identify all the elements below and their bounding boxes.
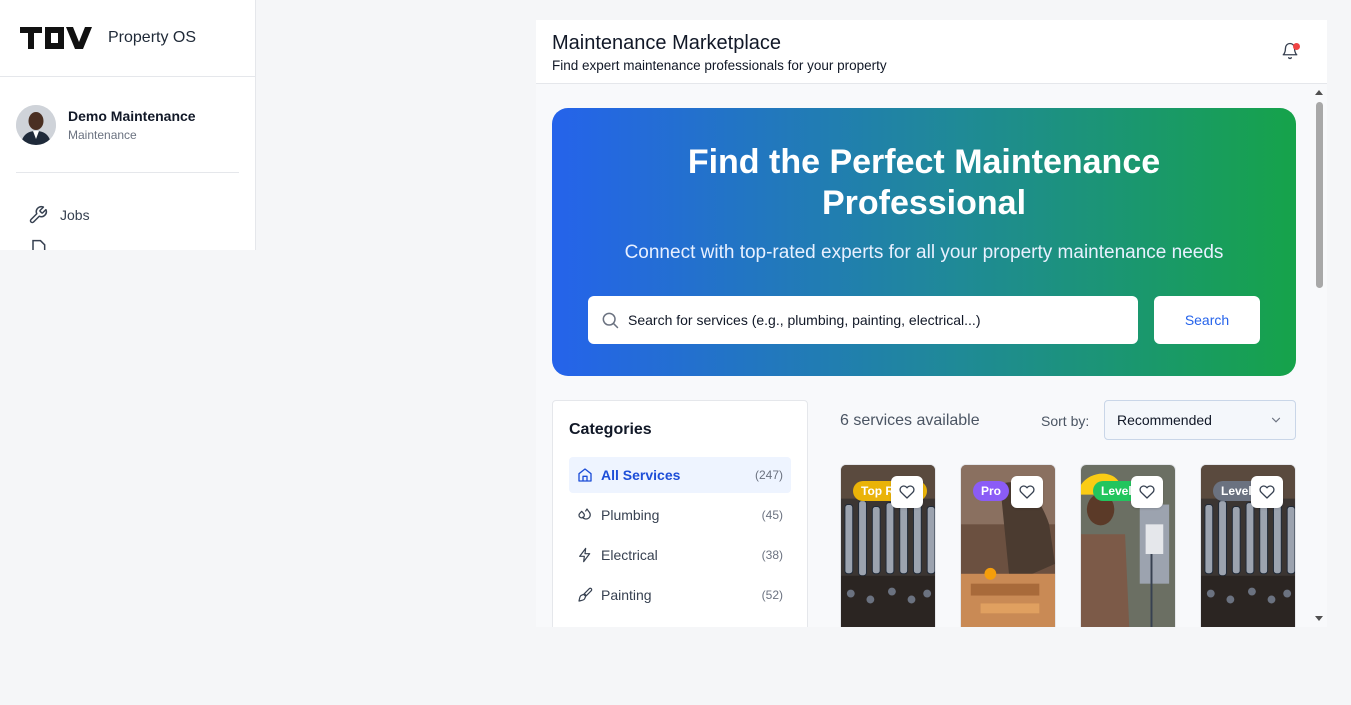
tov-logo[interactable] bbox=[20, 25, 92, 51]
hero-title: Find the Perfect Maintenance Professiona… bbox=[687, 143, 1161, 222]
heart-icon bbox=[1019, 485, 1035, 499]
user-name: Demo Maintenance bbox=[68, 107, 196, 124]
main-panel: Maintenance Marketplace Find expert main… bbox=[536, 20, 1327, 627]
category-count: (38) bbox=[761, 548, 783, 562]
document-icon bbox=[32, 239, 46, 250]
wrench-icon bbox=[29, 205, 48, 224]
sidebar-item-next[interactable] bbox=[0, 239, 255, 250]
search-field[interactable] bbox=[588, 296, 1138, 344]
search-input[interactable] bbox=[628, 312, 1108, 328]
page-title: Maintenance Marketplace bbox=[552, 32, 782, 54]
service-card[interactable]: Level 1 bbox=[1200, 464, 1296, 627]
categories-title: Categories bbox=[569, 421, 652, 438]
search-button[interactable]: Search bbox=[1154, 296, 1260, 344]
marketplace-content: Find the Perfect Maintenance Professiona… bbox=[536, 84, 1312, 627]
category-label: Plumbing bbox=[601, 507, 660, 523]
scroll-thumb[interactable] bbox=[1316, 102, 1323, 288]
page-header: Maintenance Marketplace Find expert main… bbox=[536, 20, 1327, 84]
card-badge: Pro bbox=[973, 481, 1010, 501]
chevron-down-icon bbox=[1271, 417, 1281, 423]
favorite-button[interactable] bbox=[1251, 476, 1283, 508]
scrollbar[interactable] bbox=[1312, 84, 1327, 627]
category-count: (52) bbox=[761, 588, 783, 602]
user-profile[interactable]: Demo Maintenance Maintenance bbox=[16, 77, 239, 173]
page-subtitle: Find expert maintenance professionals fo… bbox=[552, 58, 887, 73]
brand: Property OS bbox=[0, 0, 255, 77]
notification-dot bbox=[1293, 43, 1300, 50]
brand-name: Property OS bbox=[108, 29, 197, 46]
scroll-up-arrow[interactable] bbox=[1315, 90, 1323, 95]
category-label: All Services bbox=[601, 467, 681, 483]
paintbrush-icon bbox=[578, 587, 593, 602]
category-label: Painting bbox=[601, 587, 652, 603]
heart-icon bbox=[899, 485, 915, 499]
sidebar-item-label: Jobs bbox=[60, 207, 90, 223]
hero-subtitle: Connect with top-rated experts for all y… bbox=[624, 242, 1224, 263]
category-electrical[interactable]: Electrical (38) bbox=[569, 537, 791, 573]
favorite-button[interactable] bbox=[891, 476, 923, 508]
category-plumbing[interactable]: Plumbing (45) bbox=[569, 497, 791, 533]
droplets-icon bbox=[578, 508, 591, 520]
heart-icon bbox=[1259, 485, 1275, 499]
scroll-down-arrow[interactable] bbox=[1315, 616, 1323, 621]
sidebar-item-jobs[interactable]: Jobs bbox=[0, 195, 255, 235]
category-count: (247) bbox=[754, 468, 783, 482]
service-card[interactable]: Pro bbox=[960, 464, 1056, 627]
sort-label: Sort by: bbox=[1041, 413, 1090, 429]
favorite-button[interactable] bbox=[1131, 476, 1163, 508]
service-card[interactable]: Level 2 bbox=[1080, 464, 1176, 627]
category-all-services[interactable]: All Services (247) bbox=[569, 457, 791, 493]
avatar[interactable] bbox=[16, 104, 56, 145]
home-icon bbox=[578, 468, 592, 482]
results-count: 6 services available bbox=[840, 412, 980, 429]
hero-banner: Find the Perfect Maintenance Professiona… bbox=[552, 108, 1296, 376]
category-count: (45) bbox=[761, 508, 783, 522]
categories-panel: Categories All Services (247) Plumbing (… bbox=[552, 400, 808, 627]
sort-value: Recommended bbox=[1117, 412, 1212, 428]
sidebar: Property OS Demo Maintenance Maintenance… bbox=[0, 0, 256, 250]
search-icon bbox=[602, 312, 619, 329]
lightning-icon bbox=[579, 547, 591, 563]
heart-icon bbox=[1139, 485, 1155, 499]
service-card[interactable]: Top Rated bbox=[840, 464, 936, 627]
category-painting[interactable]: Painting (52) bbox=[569, 577, 791, 613]
category-label: Electrical bbox=[601, 547, 658, 563]
sort-dropdown[interactable]: Recommended bbox=[1104, 400, 1296, 440]
favorite-button[interactable] bbox=[1011, 476, 1043, 508]
user-role: Maintenance bbox=[68, 127, 137, 142]
